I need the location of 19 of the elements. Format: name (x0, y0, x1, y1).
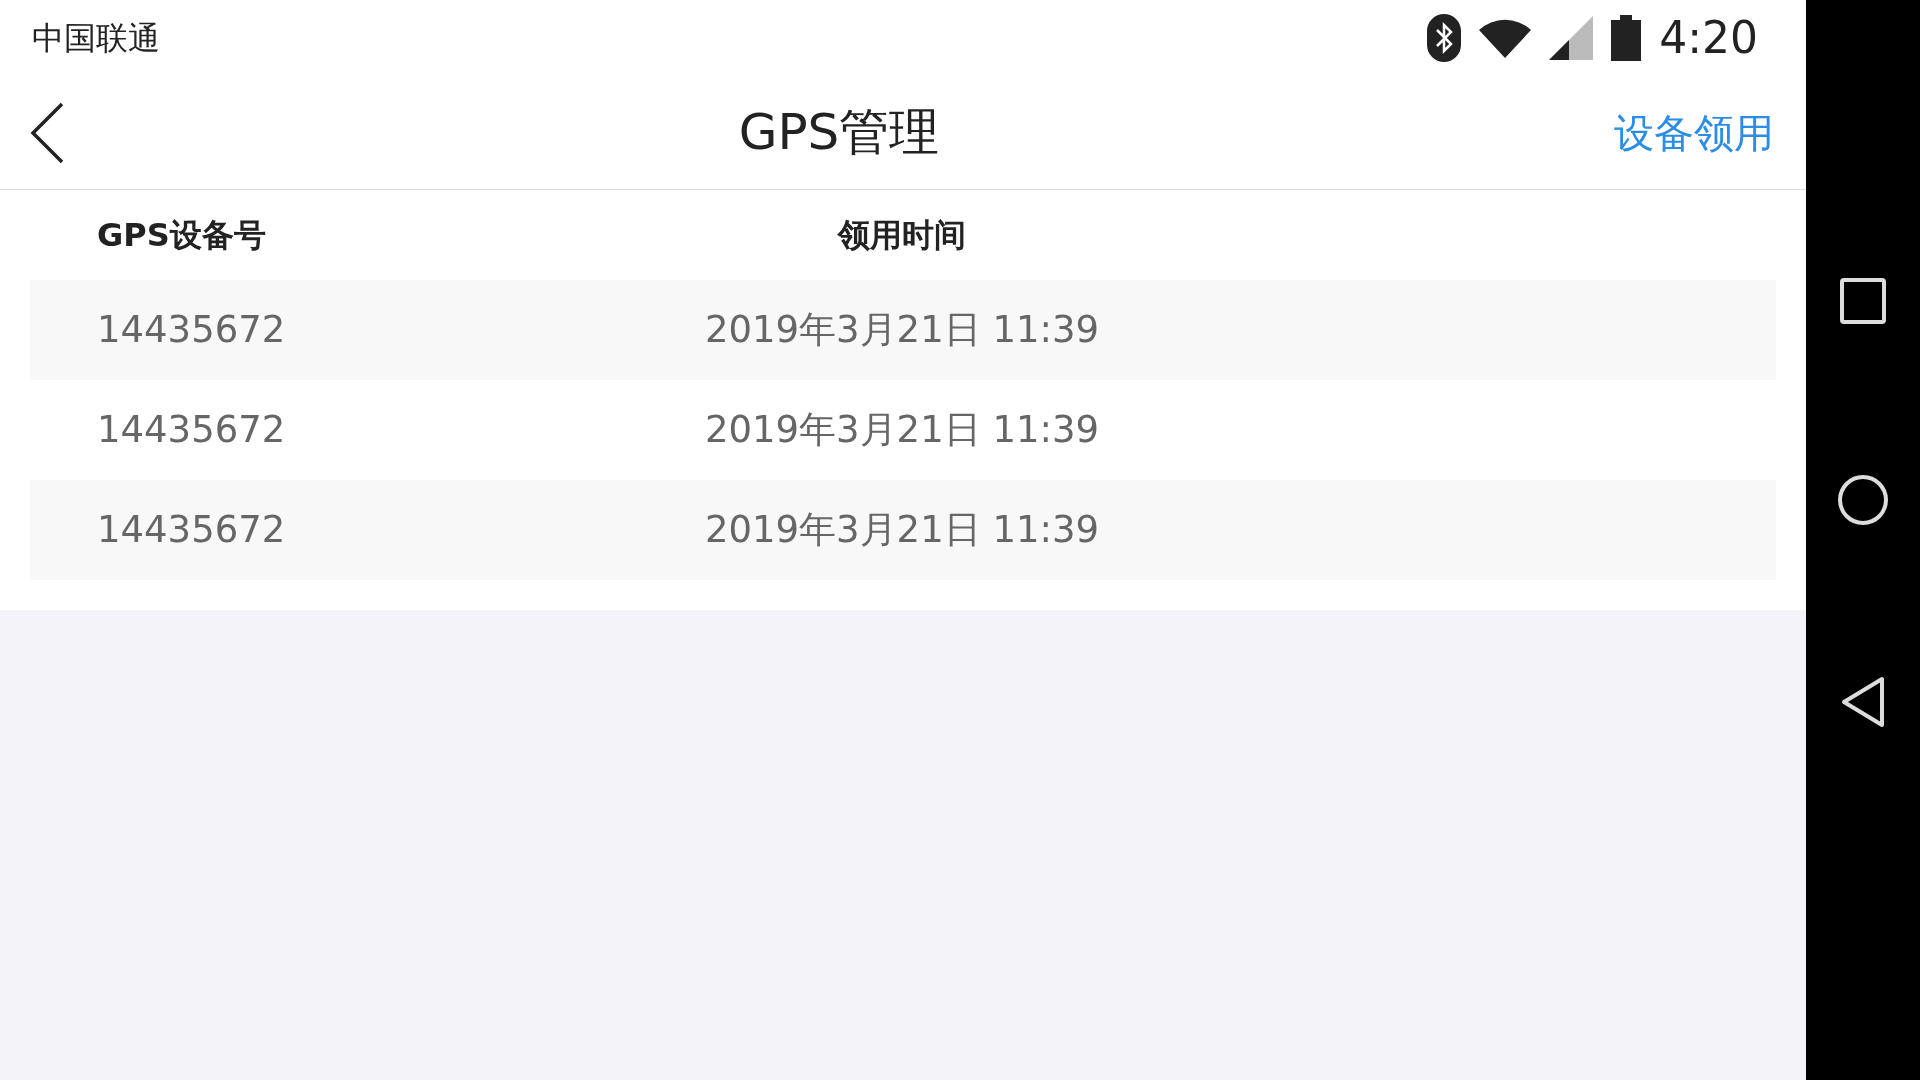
table-cell: 2019年3月21日 11:39 (704, 508, 1100, 552)
column-header: 领用时间 (838, 216, 966, 254)
wifi-icon (1479, 18, 1532, 58)
recents-icon[interactable] (1840, 278, 1886, 324)
battery-icon (1611, 15, 1642, 61)
column-header: GPS设备号 (97, 216, 266, 254)
home-icon[interactable] (1837, 474, 1889, 526)
signal-icon (1549, 16, 1594, 60)
claim-device-link[interactable]: 设备领用 (1614, 102, 1774, 163)
table-cell: 14435672 (97, 408, 286, 452)
table-cell: 14435672 (97, 508, 286, 552)
status-time: 4:20 (1659, 11, 1758, 65)
page-title: GPS管理 (738, 102, 940, 163)
table-cell: 2019年3月21日 11:39 (704, 308, 1100, 352)
carrier-name: 中国联通 (32, 18, 160, 59)
bluetooth-icon (1427, 14, 1462, 62)
table-cell: 2019年3月21日 11:39 (704, 408, 1100, 452)
table-cell: 14435672 (97, 308, 286, 352)
back-icon[interactable] (30, 101, 64, 164)
